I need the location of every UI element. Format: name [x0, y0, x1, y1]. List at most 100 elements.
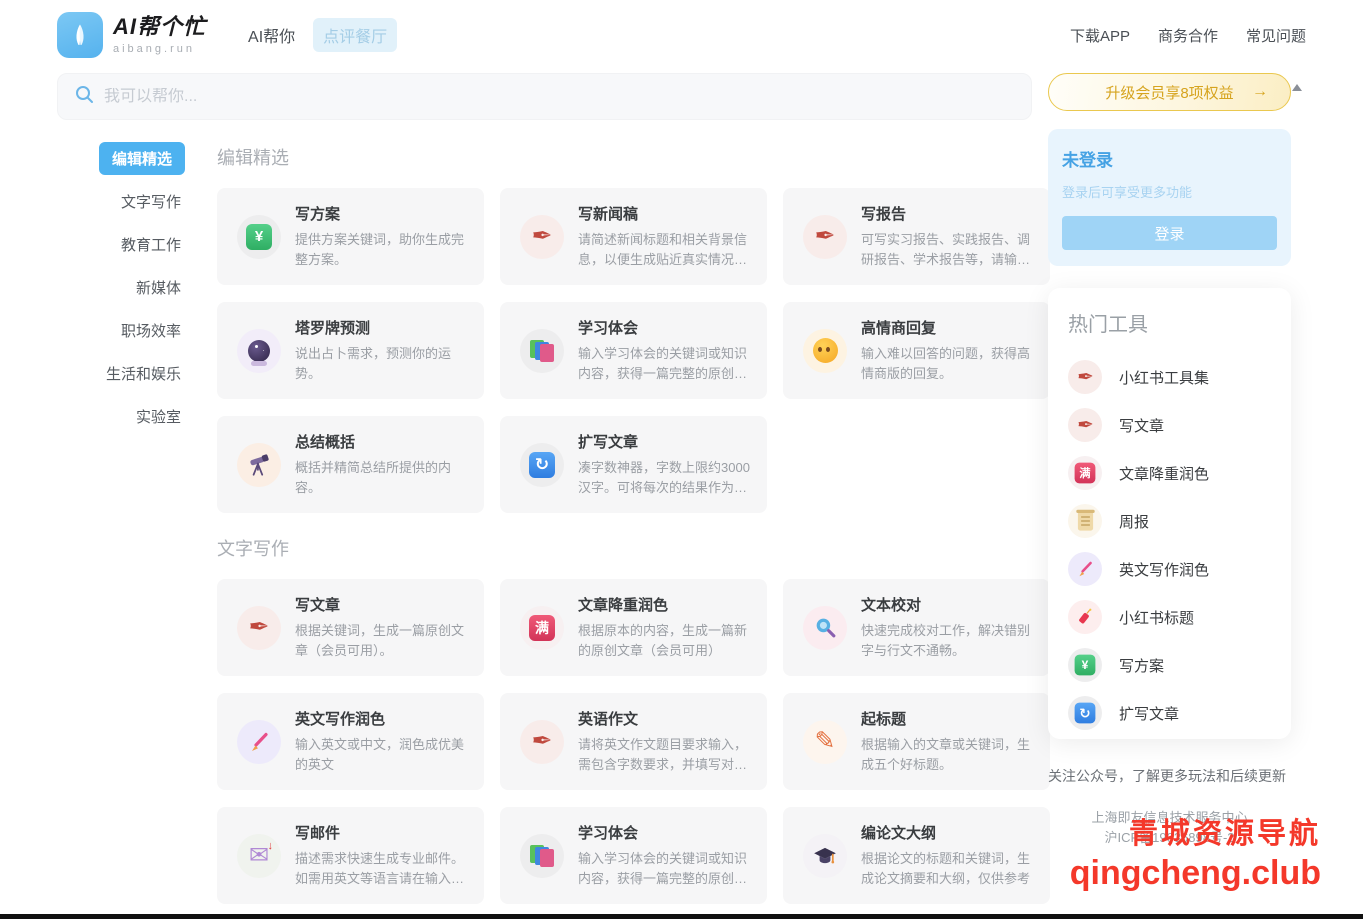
- tool-card-title: 编论文大纲: [861, 822, 1034, 843]
- hot-tool-label: 写方案: [1119, 655, 1164, 676]
- plan-icon: ¥: [237, 215, 281, 259]
- quill-icon: ✒: [1068, 360, 1102, 394]
- crystal-ball-icon: [237, 329, 281, 373]
- tool-card[interactable]: 高情商回复 输入难以回答的问题，获得高情商版的回复。: [783, 302, 1050, 399]
- sidebar-item[interactable]: 职场效率: [117, 314, 185, 347]
- sidebar-item[interactable]: 教育工作: [117, 228, 185, 261]
- tool-card-desc: 凑字数神器，字数上限约3000汉字。可将每次的结果作为输...: [578, 458, 751, 498]
- tool-card[interactable]: ✒ 写新闻稿 请简述新闻标题和相关背景信息，以便生成贴近真实情况的...: [500, 188, 767, 285]
- bottom-bar: [0, 914, 1363, 919]
- tool-card-title: 英文写作润色: [295, 708, 468, 729]
- tool-card[interactable]: ✎ 起标题 根据输入的文章或关键词，生成五个好标题。: [783, 693, 1050, 790]
- tool-card[interactable]: 编论文大纲 根据论文的标题和关键词，生成论文摘要和大纲，仅供参考: [783, 807, 1050, 904]
- man-icon: 满: [520, 606, 564, 650]
- hands-logo-icon: [57, 12, 103, 58]
- tool-card[interactable]: ✒ 英语作文 请将英文作文题目要求输入，需包含字数要求，并填写对应的...: [500, 693, 767, 790]
- hot-tools-panel: 热门工具 ✒ 小红书工具集 ✒ 写文章: [1048, 288, 1291, 739]
- hot-tool-item[interactable]: 小红书标题: [1068, 593, 1281, 641]
- tool-card-desc: 概括并精简总结所提供的内容。: [295, 458, 468, 498]
- login-status: 未登录: [1062, 146, 1277, 171]
- tool-card-desc: 描述需求快速生成专业邮件。如需用英文等语言请在输入时注...: [295, 849, 468, 889]
- hot-tool-item[interactable]: ¥ 写方案: [1068, 641, 1281, 689]
- tool-card-title: 写方案: [295, 203, 468, 224]
- hot-tool-item[interactable]: ↻ 扩写文章: [1068, 689, 1281, 737]
- header-link[interactable]: 商务合作: [1158, 25, 1218, 46]
- hot-tool-item[interactable]: 英文写作润色: [1068, 545, 1281, 593]
- hot-tool-label: 小红书工具集: [1119, 367, 1209, 388]
- tool-card[interactable]: 文本校对 快速完成校对工作，解决错别字与行文不通畅。: [783, 579, 1050, 676]
- login-hint: 登录后可享受更多功能: [1062, 182, 1277, 201]
- tool-card-title: 写新闻稿: [578, 203, 751, 224]
- header-tabs: AI帮你 点评餐厅: [246, 18, 397, 52]
- scroll-icon: [1068, 504, 1102, 538]
- tool-card-desc: 说出占卜需求，预测你的运势。: [295, 344, 468, 384]
- tool-card-desc: 可写实习报告、实践报告、调研报告、学术报告等，请输入报...: [861, 230, 1034, 270]
- hot-tool-label: 小红书标题: [1119, 607, 1194, 628]
- login-button[interactable]: 登录: [1062, 216, 1277, 250]
- brush-icon: [1068, 552, 1102, 586]
- tool-card[interactable]: ↻ 扩写文章 凑字数神器，字数上限约3000汉字。可将每次的结果作为输...: [500, 416, 767, 513]
- chevron-up-icon[interactable]: [1292, 84, 1302, 91]
- tool-card[interactable]: ✉↓ 写邮件 描述需求快速生成专业邮件。如需用英文等语言请在输入时注...: [217, 807, 484, 904]
- sidebar-item[interactable]: 生活和娱乐: [102, 357, 185, 390]
- tool-card[interactable]: 塔罗牌预测 说出占卜需求，预测你的运势。: [217, 302, 484, 399]
- hot-tool-label: 周报: [1119, 511, 1149, 532]
- tool-card[interactable]: ✒ 写文章 根据关键词，生成一篇原创文章（会员可用）。: [217, 579, 484, 676]
- arrow-right-icon: →: [1252, 83, 1268, 101]
- tool-card[interactable]: ¥ 写方案 提供方案关键词，助你生成完整方案。: [217, 188, 484, 285]
- header-tab[interactable]: AI帮你: [246, 18, 297, 52]
- quill-icon: ✒: [803, 215, 847, 259]
- hot-tool-item[interactable]: 周报: [1068, 497, 1281, 545]
- tool-card[interactable]: 英文写作润色 输入英文或中文，润色成优美的英文: [217, 693, 484, 790]
- header-link[interactable]: 下载APP: [1070, 25, 1130, 46]
- tool-card-title: 写邮件: [295, 822, 468, 843]
- section-title: 编辑精选: [217, 144, 1050, 170]
- header-link[interactable]: 常见问题: [1246, 25, 1306, 46]
- tool-card-title: 塔罗牌预测: [295, 317, 468, 338]
- tool-card[interactable]: 学习体会 输入学习体会的关键词或知识内容，获得一篇完整的原创学习...: [500, 807, 767, 904]
- app-subtitle: aibang.run: [113, 43, 206, 55]
- hot-tool-item[interactable]: ✒ 小红书工具集: [1068, 353, 1281, 401]
- tool-card[interactable]: 满 文章降重润色 根据原本的内容，生成一篇新的原创文章（会员可用）: [500, 579, 767, 676]
- pencil-icon: ✎: [803, 720, 847, 764]
- plan-icon: ¥: [1068, 648, 1102, 682]
- tool-card[interactable]: 总结概括 概括并精简总结所提供的内容。: [217, 416, 484, 513]
- cards-grid: ✒ 写文章 根据关键词，生成一篇原创文章（会员可用）。 满: [217, 579, 1050, 904]
- search-input[interactable]: [104, 88, 1015, 106]
- tool-card[interactable]: ✒ 写报告 可写实习报告、实践报告、调研报告、学术报告等，请输入报...: [783, 188, 1050, 285]
- tool-card-title: 总结概括: [295, 431, 468, 452]
- app-logo[interactable]: AI帮个忙 aibang.run: [57, 12, 206, 58]
- hot-tool-item[interactable]: ✒ 写文章: [1068, 401, 1281, 449]
- tool-card-title: 文章降重润色: [578, 594, 751, 615]
- quill-icon: ✒: [1068, 408, 1102, 442]
- sidebar-item[interactable]: 文字写作: [117, 185, 185, 218]
- tool-card-desc: 提供方案关键词，助你生成完整方案。: [295, 230, 468, 270]
- sidebar-item[interactable]: 实验室: [132, 400, 185, 433]
- quill-icon: ✒: [237, 606, 281, 650]
- upgrade-member-button[interactable]: 升级会员享8项权益 →: [1048, 73, 1291, 111]
- tool-card-desc: 输入学习体会的关键词或知识内容，获得一篇完整的原创学习...: [578, 344, 751, 384]
- telescope-icon: [237, 443, 281, 487]
- tool-card[interactable]: 学习体会 输入学习体会的关键词或知识内容，获得一篇完整的原创学习...: [500, 302, 767, 399]
- sidebar-item[interactable]: 新媒体: [132, 271, 185, 304]
- section-writing: 文字写作 ✒ 写文章 根据关键词，生成一篇原创文章（会员可用）。: [217, 535, 1050, 904]
- header-tab[interactable]: 点评餐厅: [313, 18, 397, 52]
- tool-card-desc: 请简述新闻标题和相关背景信息，以便生成贴近真实情况的...: [578, 230, 751, 270]
- sidebar-item[interactable]: 编辑精选: [99, 142, 185, 175]
- books-icon: [520, 329, 564, 373]
- hot-tools-list: ✒ 小红书工具集 ✒ 写文章 满 文章降重润色: [1068, 353, 1281, 737]
- man-icon: 满: [1068, 456, 1102, 490]
- gradcap-icon: [803, 834, 847, 878]
- app-title: AI帮个忙: [113, 15, 206, 39]
- email-icon: ✉↓: [237, 834, 281, 878]
- tool-card-title: 学习体会: [578, 317, 751, 338]
- icp-number: 沪ICP备19036898号-2: [1048, 828, 1291, 848]
- hot-tool-label: 文章降重润色: [1119, 463, 1209, 484]
- hot-tool-item[interactable]: 满 文章降重润色: [1068, 449, 1281, 497]
- tool-card-title: 写报告: [861, 203, 1034, 224]
- hot-tools-title: 热门工具: [1068, 308, 1281, 337]
- expand-icon: ↻: [1068, 696, 1102, 730]
- tool-card-desc: 根据关键词，生成一篇原创文章（会员可用）。: [295, 621, 468, 661]
- magnifier-icon: [803, 606, 847, 650]
- header: AI帮个忙 aibang.run AI帮你 点评餐厅 下载APP 商务合作 常见…: [0, 0, 1363, 60]
